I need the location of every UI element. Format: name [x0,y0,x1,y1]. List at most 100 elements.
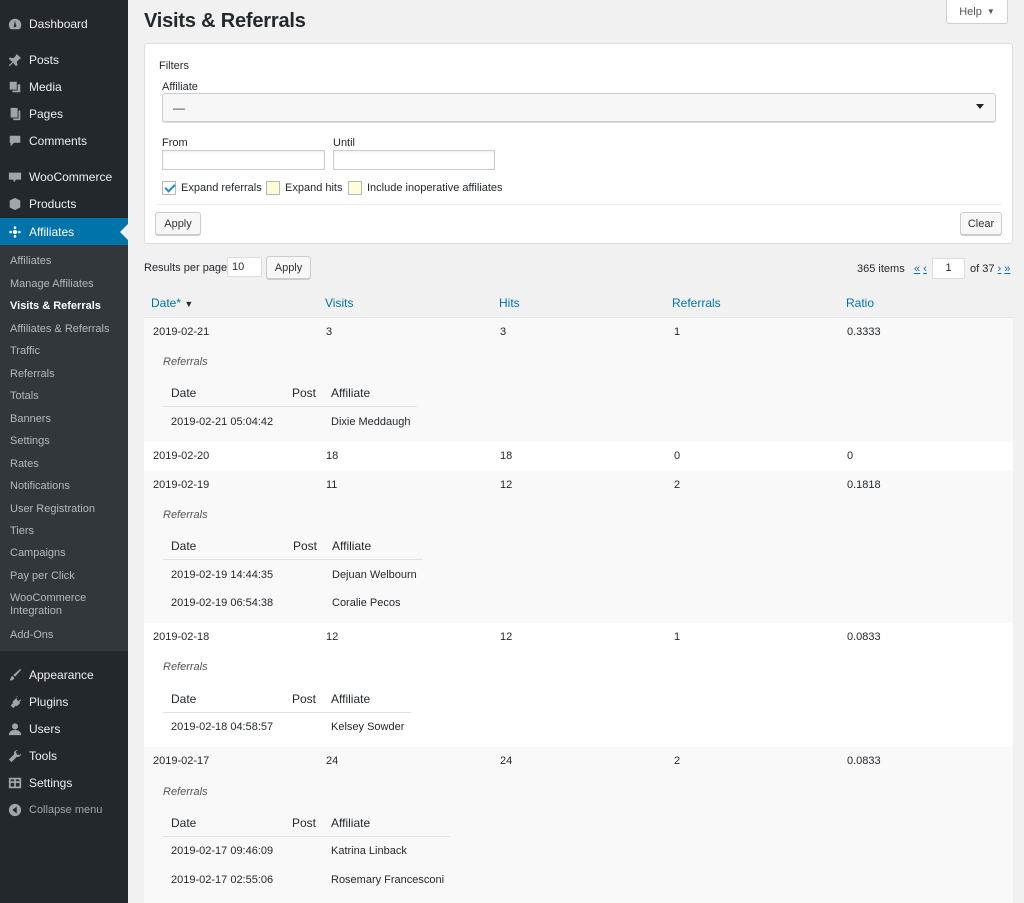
filters-title: Filters [159,60,189,72]
until-date-input[interactable] [333,150,495,170]
results-per-page-label: Results per page [144,262,228,274]
row-visits: 11 [326,479,338,491]
row-referrals: 2 [674,755,681,767]
menu-posts[interactable]: Posts [0,46,128,73]
submenu-item[interactable]: Referrals [10,368,122,381]
wrench-icon [7,749,23,763]
help-tab-button[interactable]: Help ▼ [946,0,1008,24]
apply-filters-button[interactable]: Apply [155,212,201,235]
submenu-item[interactable]: Traffic [10,345,122,358]
table-row [144,318,1013,442]
table-row [144,747,1013,903]
menu-pages[interactable]: Pages [0,100,128,127]
affiliate-label: Affiliate [162,81,198,93]
column-ratio-header[interactable]: Ratio [846,296,874,310]
sub-divider [163,712,411,713]
menu-tools[interactable]: Tools [0,742,128,769]
include-inoperative-checkbox[interactable] [348,181,362,195]
submenu-item[interactable]: Add-Ons [10,629,122,642]
column-hits-header[interactable]: Hits [499,296,520,310]
sub-post-header: Post [292,692,317,706]
current-page-input[interactable]: 1 [932,258,965,279]
referral-affiliate: Rosemary Francesconi [331,874,445,886]
submenu-item[interactable]: Notifications [10,480,122,493]
submenu-item[interactable]: User Registration [10,503,122,516]
until-label: Until [333,137,356,149]
referral-affiliate: Dejuan Welbourn [332,569,417,581]
referral-date: 2019-02-19 14:44:35 [171,569,274,581]
referral-date: 2019-02-21 05:04:42 [171,416,274,428]
next-page-link[interactable]: › [998,263,1002,275]
row-hits: 3 [500,326,507,338]
referral-affiliate: Katrina Linback [331,845,407,857]
referral-date: 2019-02-17 09:46:09 [171,845,274,857]
row-ratio: 0.3333 [847,326,881,338]
row-visits: 3 [326,326,333,338]
filters-panel: Filters Affiliate — From Until Expand re… [144,43,1013,244]
referral-affiliate: Coralie Pecos [332,597,401,609]
column-referrals-header[interactable]: Referrals [672,296,721,310]
pin-icon [7,53,23,67]
page-of-nav: of 37 › » [970,263,1010,275]
triangle-down-icon: ▼ [986,7,995,16]
referral-date: 2019-02-17 02:55:06 [171,874,274,886]
referrals-subtitle: Referrals [163,509,208,521]
column-visits-header[interactable]: Visits [325,296,353,310]
results-per-page-input[interactable]: 10 [227,257,262,277]
menu-label: WooCommerce [29,169,113,184]
menu-products[interactable]: Products [0,190,128,217]
clear-filters-button[interactable]: Clear [960,212,1002,235]
first-page-link[interactable]: « [914,263,920,275]
row-hits: 18 [500,450,513,462]
menu-affiliates[interactable]: Affiliates [0,218,128,245]
submenu-item[interactable]: Settings [10,435,122,448]
submenu-item[interactable]: Pay per Click [10,570,122,583]
sort-desc-icon: ▼ [184,299,194,309]
row-referrals: 1 [674,631,681,643]
menu-label: Affiliates [29,224,75,239]
last-page-link[interactable]: » [1004,263,1010,275]
menu-woocommerce[interactable]: WooCommerce [0,163,128,190]
admin-sidebar: Dashboard Posts Media Pages Comments Woo… [0,0,128,903]
sub-affiliate-header: Affiliate [331,386,371,400]
submenu-item[interactable]: Banners [10,413,122,426]
settings-icon [7,776,23,790]
expand-referrals-checkbox[interactable] [162,181,176,195]
table-row [144,623,1013,747]
menu-appearance[interactable]: Appearance [0,661,128,688]
referral-date: 2019-02-18 04:58:57 [171,721,274,733]
results-apply-button[interactable]: Apply [266,256,311,279]
submenu-item[interactable]: Campaigns [10,547,122,560]
menu-plugins[interactable]: Plugins [0,688,128,715]
submenu-item[interactable]: WooCommerce Integration [10,592,102,618]
prev-page-link[interactable]: ‹ [923,263,927,275]
sub-affiliate-header: Affiliate [331,692,371,706]
menu-label: Settings [29,775,73,790]
sub-affiliate-header: Affiliate [332,539,372,553]
menu-label: Pages [29,106,64,121]
submenu-item[interactable]: Rates [10,458,122,471]
menu-media[interactable]: Media [0,73,128,100]
submenu-item[interactable]: Tiers [10,525,122,538]
sub-post-header: Post [292,386,317,400]
submenu-item[interactable]: Totals [10,390,122,403]
pages-icon [7,107,23,121]
expand-hits-checkbox[interactable] [266,181,280,195]
collapse-menu-button[interactable]: Collapse menu [0,796,128,823]
row-date: 2019-02-19 [153,479,210,491]
menu-dashboard[interactable]: Dashboard [0,10,128,37]
pagination-nav: « ‹ [914,263,927,275]
sub-divider [163,836,450,837]
menu-settings[interactable]: Settings [0,769,128,796]
from-date-input[interactable] [162,150,325,170]
submenu-item[interactable]: Affiliates [10,255,122,268]
submenu-item-current[interactable]: Visits & Referrals [10,300,122,313]
menu-comments[interactable]: Comments [0,127,128,154]
dashboard-icon [7,17,23,31]
menu-users[interactable]: Users [0,715,128,742]
affiliate-select[interactable]: — [162,93,996,122]
submenu-item[interactable]: Manage Affiliates [10,278,122,291]
column-date-header[interactable]: Date* ▼ [151,296,193,310]
submenu-item[interactable]: Affiliates & Referrals [10,323,122,336]
row-hits: 24 [500,755,513,767]
